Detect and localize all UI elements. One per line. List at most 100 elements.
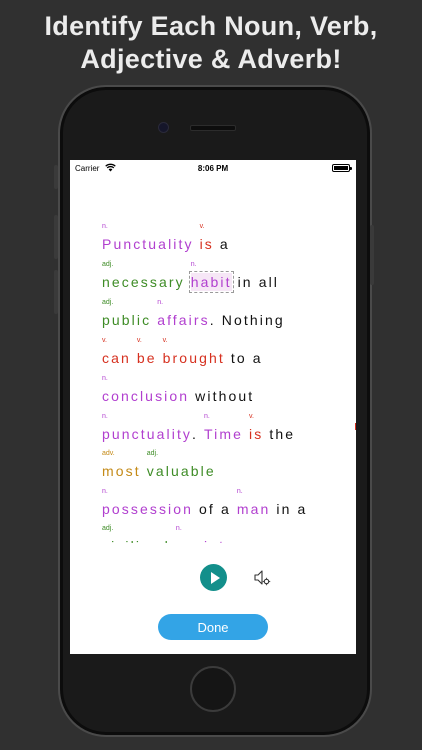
word-text: most (102, 463, 141, 479)
word-token[interactable]: punctuality n. (102, 413, 193, 443)
word-token[interactable]: necessary adj. (102, 261, 185, 291)
word-token[interactable]: the (269, 425, 295, 443)
part-of-speech-tag: n. (102, 413, 108, 420)
word-token[interactable]: in (276, 500, 291, 518)
word-token[interactable]: . (210, 311, 216, 329)
part-of-speech-tag: v. (249, 413, 254, 420)
part-of-speech-tag: adj. (146, 450, 159, 457)
app-screen: Carrier 8:06 PM Punctuality n. is v. a necess… (70, 160, 356, 654)
part-of-speech-tag: adj. (102, 299, 114, 306)
word-text: affairs (157, 312, 210, 328)
word-token[interactable]: is v. (249, 413, 264, 443)
word-text: can (102, 350, 131, 366)
word-text: is (249, 426, 264, 442)
word-token[interactable]: civilized adj. (102, 525, 170, 543)
word-token[interactable]: all (259, 273, 279, 291)
word-text: public (102, 312, 152, 328)
word-token[interactable]: to (231, 349, 247, 367)
headline: Identify Each Noun, Verb, Adjective & Ad… (0, 10, 422, 76)
word-text: brought (162, 350, 225, 366)
word-token[interactable]: conclusion n. (102, 375, 189, 405)
volume-up-button (54, 215, 58, 259)
word-text: . (209, 312, 216, 328)
word-token[interactable]: . (192, 425, 198, 443)
battery-icon (332, 164, 352, 172)
word-token[interactable]: public adj. (102, 299, 152, 329)
clock: 8:06 PM (197, 164, 229, 173)
headline-line-1: Identify Each Noun, Verb, (44, 11, 378, 41)
home-button[interactable] (190, 666, 236, 712)
text-line: possession n. of a man n. in a (102, 488, 313, 519)
part-of-speech-tag: adj. (102, 525, 114, 532)
word-token[interactable]: affairs n. (157, 299, 210, 329)
word-token[interactable]: of (199, 500, 215, 518)
speaker-gear-icon[interactable] (253, 569, 271, 587)
word-text: Nothing (221, 312, 285, 328)
word-text: is (199, 236, 214, 252)
part-of-speech-tag: n. (204, 413, 210, 420)
word-token[interactable]: a (297, 500, 307, 518)
word-text: in (237, 274, 253, 290)
word-text: without (195, 388, 255, 404)
word-text: habit (190, 274, 232, 290)
word-text: possession (102, 501, 194, 517)
word-token[interactable]: can v. (102, 337, 131, 367)
word-text: a (220, 501, 231, 517)
done-button[interactable]: Done (158, 614, 268, 640)
headline-line-2: Adjective & Adverb! (80, 44, 342, 74)
text-line: most adv. valuable adj. (102, 450, 222, 481)
word-text: society (176, 538, 234, 543)
word-text: to (230, 350, 247, 366)
word-token[interactable]: society n. (176, 525, 234, 543)
sentence-text-area: Punctuality n. is v. a necessary adj. habit n. in… (70, 205, 356, 543)
word-token[interactable]: in (238, 273, 253, 291)
word-token[interactable]: a (220, 235, 230, 253)
part-of-speech-tag: n. (175, 525, 182, 532)
power-button (370, 225, 374, 285)
word-token[interactable]: a (253, 349, 263, 367)
word-token[interactable]: valuable adj. (146, 450, 216, 480)
text-line: Punctuality n. is v. a (102, 223, 236, 254)
word-token[interactable]: Punctuality n. (102, 223, 194, 253)
word-token[interactable]: is v. (199, 223, 214, 253)
word-token[interactable]: without (195, 387, 254, 405)
word-text: a (252, 350, 263, 366)
word-token[interactable]: possession n. (102, 488, 194, 518)
word-token[interactable]: habit n. (188, 261, 234, 293)
part-of-speech-tag: n. (102, 488, 108, 495)
word-token[interactable]: man n. (236, 488, 271, 518)
word-text: man (236, 501, 271, 517)
word-text: a (297, 501, 308, 517)
word-text: Time (204, 426, 244, 442)
word-token[interactable]: be v. (136, 337, 157, 367)
part-of-speech-tag: n. (157, 299, 164, 306)
text-line: public adj. affairs n.. Nothing (102, 299, 291, 330)
part-of-speech-tag: v. (162, 337, 168, 344)
volume-down-button (54, 270, 58, 314)
part-of-speech-tag: n. (102, 375, 108, 382)
word-token[interactable]: Nothing (222, 311, 285, 329)
status-bar: Carrier 8:06 PM (70, 160, 356, 178)
word-text: in (276, 501, 292, 517)
part-of-speech-tag: adj. (102, 261, 114, 268)
word-text: punctuality (102, 426, 193, 442)
offscreen-verb-marker (355, 423, 356, 430)
word-text: Punctuality (102, 236, 194, 252)
part-of-speech-tag: v. (199, 223, 205, 230)
front-camera-icon (158, 122, 169, 133)
word-token[interactable]: a (221, 500, 231, 518)
word-token[interactable]: most adv. (102, 450, 141, 480)
part-of-speech-tag: n. (102, 223, 108, 230)
word-text: . (192, 426, 199, 442)
word-text: valuable (146, 463, 216, 479)
word-text: a (219, 236, 230, 252)
play-button[interactable] (200, 564, 227, 591)
part-of-speech-tag: n. (190, 261, 197, 268)
word-token[interactable]: Time n. (204, 413, 244, 443)
part-of-speech-tag: v. (136, 337, 142, 344)
word-token[interactable]: brought v. (162, 337, 225, 367)
part-of-speech-tag: n. (236, 488, 243, 495)
text-line: civilized adj. society n. (102, 525, 240, 543)
text-line: can v. be v. brought v. to a (102, 337, 269, 368)
word-text: be (136, 350, 157, 366)
